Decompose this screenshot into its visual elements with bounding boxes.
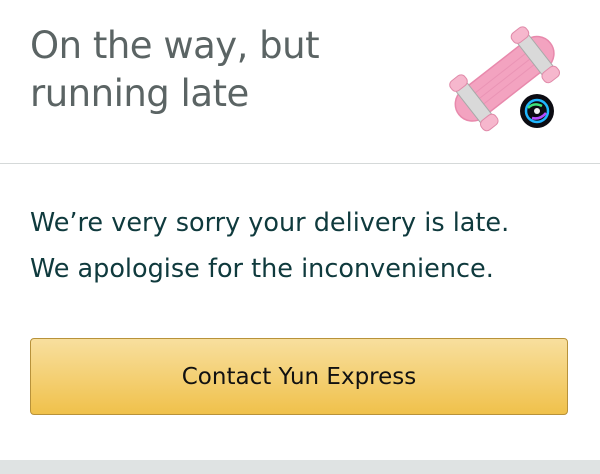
delay-message-line-2: We apologise for the inconvenience. <box>30 254 494 284</box>
delay-message-line-1: We’re very sorry your delivery is late. <box>30 208 510 238</box>
skateboard-icon <box>449 26 561 132</box>
delay-message: We’re very sorry your delivery is late. … <box>30 200 580 292</box>
delivery-status-page: On the way, but running late We’re very … <box>0 0 600 474</box>
status-header: On the way, but running late <box>0 0 600 164</box>
title-line-2: running late <box>30 72 249 115</box>
page-title: On the way, but running late <box>30 22 410 118</box>
product-thumbnail[interactable] <box>436 12 572 138</box>
contact-carrier-button[interactable]: Contact Yun Express <box>30 338 568 415</box>
title-line-1: On the way, but <box>30 24 320 67</box>
section-divider-bar <box>0 460 600 474</box>
